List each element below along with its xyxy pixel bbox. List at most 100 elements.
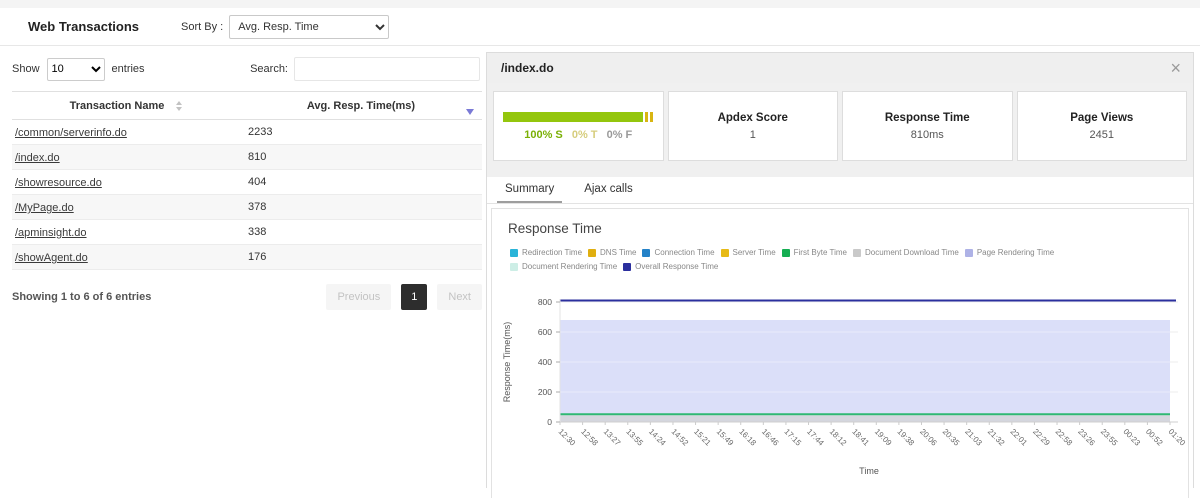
show-entries-select[interactable]: 10 (46, 57, 105, 81)
svg-text:19:38: 19:38 (895, 427, 916, 448)
response-time-value: 810ms (910, 128, 944, 141)
entries-label: entries (111, 63, 145, 75)
svg-text:Time: Time (859, 466, 879, 476)
svg-text:16:46: 16:46 (760, 427, 781, 448)
chart-section-title: Response Time (508, 221, 602, 236)
avg-resp-time-cell: 2233 (248, 126, 273, 138)
apdex-satisfied-label: 100% S (524, 128, 563, 141)
legend-swatch-icon (588, 248, 597, 257)
legend-swatch-icon (720, 248, 729, 257)
sort-by-select[interactable]: Avg. Resp. Time (229, 14, 390, 39)
transaction-name-link[interactable]: /showresource.do (15, 177, 102, 189)
legend-swatch-icon (623, 262, 632, 271)
svg-text:16:18: 16:18 (737, 427, 758, 448)
svg-text:22:58: 22:58 (1054, 427, 1075, 448)
transaction-detail-panel: /index.do × 100% S 0% T 0% F Apdex Score… (486, 52, 1194, 498)
summary-content-card: Response Time Redirection Time DNS Time … (491, 208, 1189, 498)
column-header-avg-resp-time[interactable]: Avg. Resp. Time(ms) (240, 99, 482, 115)
web-transactions-page: Web Transactions Sort By : Avg. Resp. Ti… (0, 0, 1200, 498)
apdex-score-label: Apdex Score (717, 111, 788, 124)
legend-item: Connection Time (642, 248, 715, 257)
legend-item-label: First Byte Time (793, 248, 847, 257)
chart-container: 0 200 400 600 800 12:30 12:58 13:27 13:55 14:24 14… (492, 276, 1188, 481)
sort-descending-icon (466, 108, 474, 115)
transaction-name-link[interactable]: /index.do (15, 152, 60, 164)
transaction-name-link[interactable]: /apminsight.do (15, 227, 87, 239)
close-icon[interactable]: × (1170, 59, 1181, 77)
svg-text:18:12: 18:12 (828, 427, 849, 448)
stat-cards-row: 100% S 0% T 0% F Apdex Score 1 Response … (487, 83, 1193, 161)
transaction-name-link[interactable]: /common/serverinfo.do (15, 127, 127, 139)
previous-page-button[interactable]: Previous (326, 284, 392, 310)
avg-resp-time-header-label: Avg. Resp. Time(ms) (306, 99, 416, 112)
page-views-value: 2451 (1089, 128, 1114, 141)
avg-resp-time-cell: 176 (248, 251, 267, 263)
search-input[interactable] (294, 57, 480, 81)
current-page-button[interactable]: 1 (401, 284, 428, 310)
svg-text:00:52: 00:52 (1144, 427, 1165, 448)
transaction-name-header-label: Transaction Name (69, 99, 165, 112)
legend-swatch-icon (510, 248, 518, 257)
legend-item: Document Rendering Time (510, 262, 617, 271)
page-title: Web Transactions (28, 19, 140, 34)
legend-item-label: Document Rendering Time (522, 262, 618, 271)
app-header: Web Transactions Sort By : Avg. Resp. Ti… (0, 8, 1200, 46)
svg-text:23:55: 23:55 (1099, 427, 1120, 448)
table-header-row: Transaction Name Avg. Resp. Time(ms) (12, 92, 482, 120)
legend-item-label: Redirection Time (522, 248, 583, 257)
legend-item: Server Time (720, 248, 776, 257)
svg-text:19:09: 19:09 (873, 427, 894, 448)
apdex-score-value: 1 (749, 128, 756, 141)
apdex-score-card: Apdex Score 1 (667, 91, 838, 161)
legend-item: Overall Response Time (623, 262, 718, 271)
table-row: /MyPage.do 378 (12, 195, 482, 220)
svg-text:14:24: 14:24 (647, 427, 668, 448)
pagination: Previous 1 Next (326, 284, 482, 310)
avg-resp-time-cell: 338 (248, 226, 267, 238)
transactions-panel: Show 10 entries Search: Transaction Name… (0, 46, 486, 498)
svg-text:23:26: 23:26 (1076, 427, 1097, 448)
svg-text:15:49: 15:49 (715, 427, 736, 448)
legend-item: DNS Time (588, 248, 636, 257)
show-label: Show (12, 63, 40, 75)
legend-item-label: Document Download Time (864, 248, 959, 257)
svg-text:20:06: 20:06 (918, 427, 939, 448)
tab-ajax-calls[interactable]: Ajax calls (576, 178, 641, 203)
avg-resp-time-cell: 378 (248, 201, 267, 213)
apdex-distribution-card: 100% S 0% T 0% F (493, 91, 664, 161)
legend-swatch-icon (781, 248, 790, 257)
svg-text:12:30: 12:30 (557, 427, 578, 448)
legend-swatch-icon (510, 262, 518, 271)
legend-swatch-icon (642, 248, 651, 257)
svg-text:600: 600 (538, 327, 552, 337)
svg-text:21:03: 21:03 (963, 427, 984, 448)
legend-item-label: Server Time (732, 248, 776, 257)
transaction-name-link[interactable]: /showAgent.do (15, 252, 88, 264)
svg-text:800: 800 (538, 297, 552, 307)
legend-item-label: DNS Time (600, 248, 637, 257)
legend-swatch-icon (964, 248, 973, 257)
search-label: Search: (250, 63, 288, 75)
page-views-label: Page Views (1070, 111, 1134, 124)
table-row: /index.do 810 (12, 145, 482, 170)
page-views-card: Page Views 2451 (1016, 91, 1187, 161)
svg-text:01:20: 01:20 (1167, 427, 1188, 448)
sort-by-label: Sort By : (181, 20, 224, 33)
transaction-name-link[interactable]: /MyPage.do (15, 202, 74, 214)
table-body: /common/serverinfo.do 2233 /index.do 810… (12, 120, 482, 270)
tab-summary[interactable]: Summary (497, 178, 563, 203)
sort-by-group: Sort By : Avg. Resp. Time (181, 14, 390, 39)
svg-text:22:29: 22:29 (1031, 427, 1052, 448)
svg-text:21:32: 21:32 (986, 427, 1007, 448)
response-time-chart: 0 200 400 600 800 12:30 12:58 13:27 13:55 14:24 14… (502, 297, 1188, 476)
apdex-bar (503, 111, 654, 122)
table-row: /common/serverinfo.do 2233 (12, 120, 482, 145)
svg-text:Response Time(ms): Response Time(ms) (502, 322, 512, 403)
svg-text:17:44: 17:44 (805, 427, 826, 448)
column-header-transaction-name[interactable]: Transaction Name (12, 100, 240, 112)
chart-legend: Redirection Time DNS Time Connection Tim… (492, 244, 1182, 276)
top-strip (0, 0, 1200, 8)
svg-text:0: 0 (547, 417, 552, 427)
search-group: Search: (250, 57, 480, 81)
next-page-button[interactable]: Next (437, 284, 482, 310)
